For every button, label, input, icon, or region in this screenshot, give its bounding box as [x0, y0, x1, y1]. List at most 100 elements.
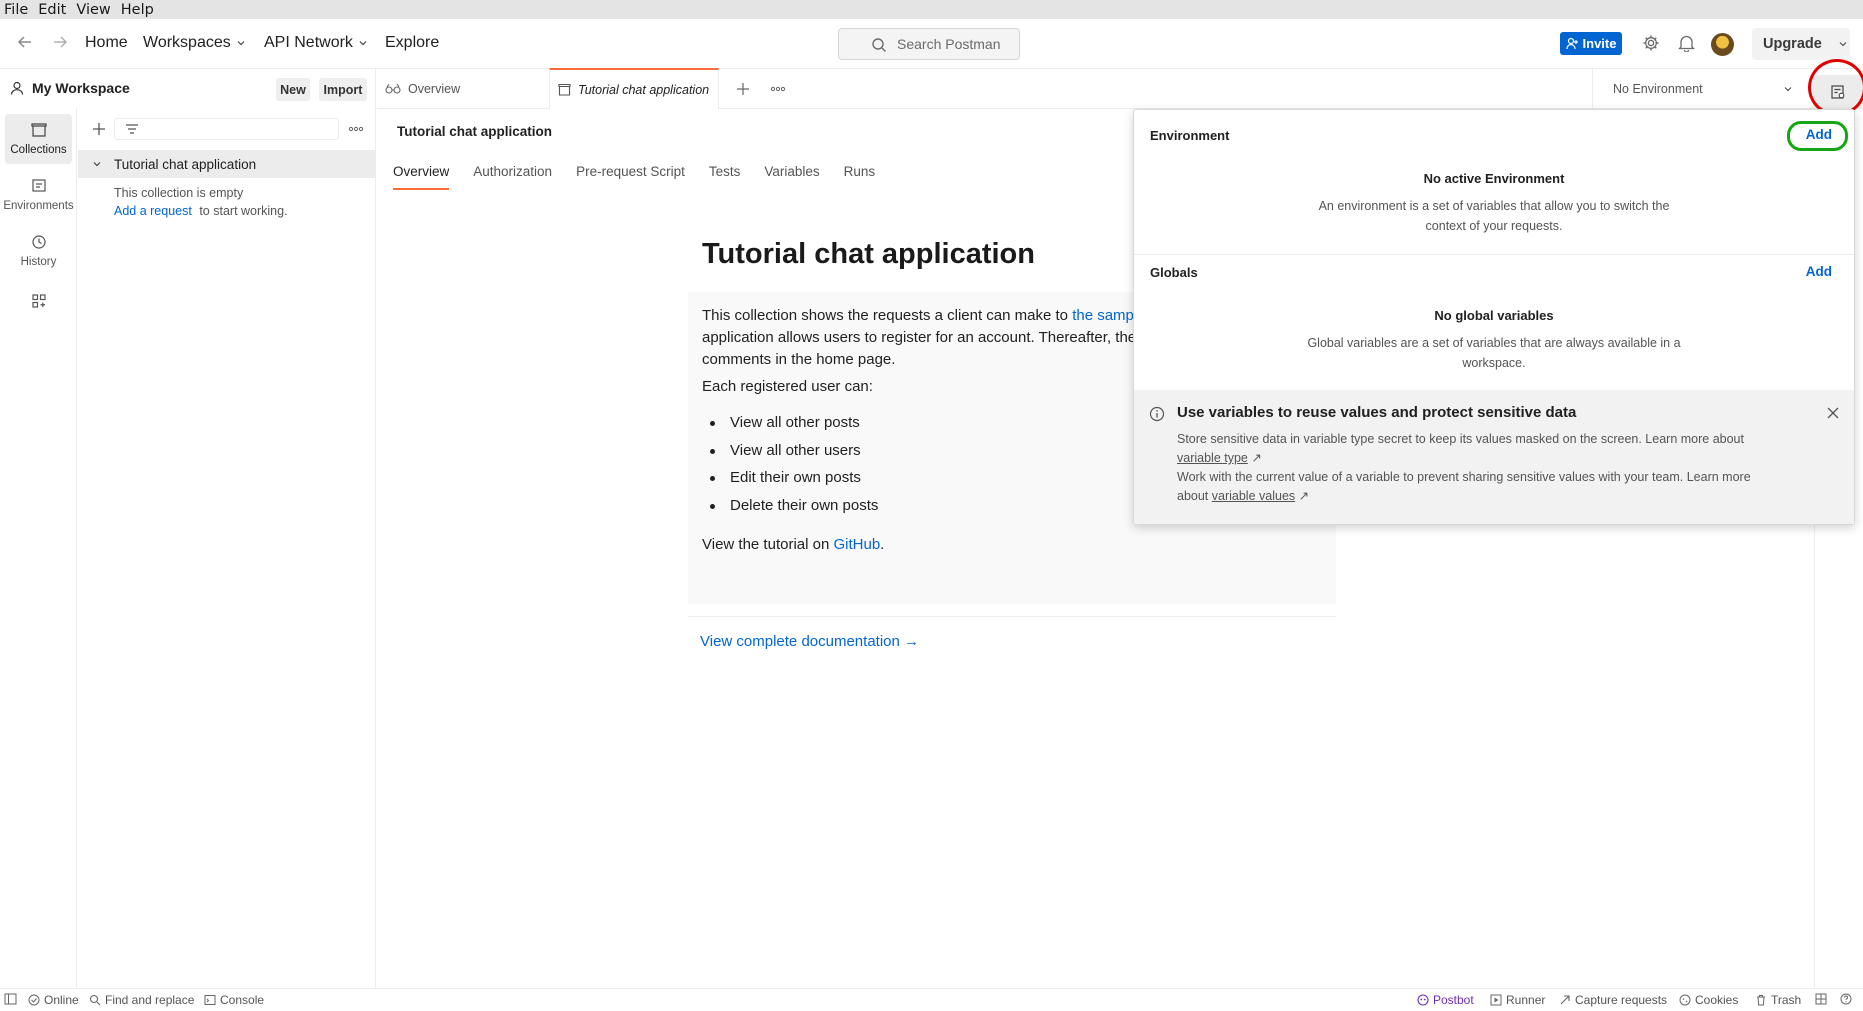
capture-requests[interactable]: Capture requests [1559, 993, 1667, 1007]
nav-collections[interactable]: Collections [5, 114, 72, 164]
environment-selector[interactable]: No Environment [1592, 69, 1809, 109]
nav-api-network-label: API Network [264, 34, 353, 51]
doc-p1-line3: comments in the home page. [702, 351, 896, 368]
new-button[interactable]: New [276, 78, 310, 101]
nav-workspaces-label: Workspaces [143, 34, 231, 51]
capture-icon [1560, 995, 1570, 1005]
toggle-sidebar-icon[interactable] [4, 993, 17, 1005]
online-label: Online [44, 993, 79, 1007]
tab-active-collection[interactable]: Tutorial chat application [549, 68, 719, 109]
highlight-circle-red [1808, 59, 1863, 116]
subtab-overview[interactable]: Overview [393, 164, 450, 190]
nav-home[interactable]: Home [85, 34, 128, 52]
no-globals-empty-state: No global variables Global variables are… [1134, 308, 1854, 373]
postbot-label: Postbot [1433, 993, 1474, 1007]
nav-explore[interactable]: Explore [385, 34, 439, 52]
collection-search-input[interactable] [114, 118, 339, 140]
find-and-replace-label: Find and replace [105, 993, 195, 1007]
collection-subtabs: Overview Authorization Pre-request Scrip… [393, 164, 899, 190]
notification-bell-icon[interactable] [1678, 34, 1695, 52]
help-icon[interactable] [1840, 993, 1852, 1005]
cookies[interactable]: Cookies [1679, 993, 1738, 1007]
nav-collections-label: Collections [10, 144, 67, 156]
runner[interactable]: Runner [1490, 993, 1545, 1007]
empty-text: This collection is empty [114, 186, 244, 200]
info-icon [1149, 406, 1165, 422]
no-globals-desc-1: Global variables are a set of variables … [1307, 336, 1681, 350]
find-and-replace[interactable]: Find and replace [89, 993, 194, 1007]
collections-sidebar: Tutorial chat application This collectio… [78, 108, 376, 988]
nav-workspaces[interactable]: Workspaces [143, 34, 246, 52]
menu-edit[interactable]: Edit [34, 2, 72, 18]
banner-title: Use variables to reuse values and protec… [1177, 404, 1577, 421]
menu-view[interactable]: View [72, 2, 116, 18]
banner-line-3: about [1177, 489, 1209, 503]
doc-p1-start: This collection shows the requests a cli… [702, 307, 1073, 324]
new-tab-plus-icon[interactable] [735, 81, 751, 97]
doc-divider [688, 616, 1336, 617]
workspace-title-label: My Workspace [32, 80, 130, 96]
highlight-ring-green [1787, 121, 1848, 151]
tab-more-icon[interactable] [770, 83, 786, 95]
chevron-down-icon [1839, 42, 1847, 47]
settings-gear-icon[interactable] [1642, 34, 1660, 52]
add-request-link[interactable]: Add a request [114, 204, 192, 218]
invite-button[interactable]: Invite [1560, 32, 1622, 55]
online-status[interactable]: Online [28, 993, 79, 1007]
nav-history[interactable]: History [5, 226, 72, 276]
no-globals-desc-2: workspace. [1462, 356, 1526, 370]
trash[interactable]: Trash [1755, 993, 1801, 1007]
subtab-authorization[interactable]: Authorization [473, 164, 552, 190]
nav-configure-workbench[interactable] [5, 276, 72, 326]
capture-requests-label: Capture requests [1575, 993, 1668, 1007]
page-title: Tutorial chat application [397, 124, 553, 139]
icon-sidebar: Collections Environments History [0, 108, 77, 988]
environment-section-title: Environment [1150, 128, 1230, 143]
doc-heading: Tutorial chat application [702, 238, 1035, 270]
popover-divider [1134, 254, 1854, 255]
subtab-runs[interactable]: Runs [844, 164, 876, 190]
two-pane-view-icon[interactable] [1815, 993, 1827, 1005]
cookies-label: Cookies [1695, 993, 1739, 1007]
collections-icon [30, 123, 47, 137]
search-input[interactable]: Search Postman [838, 28, 1020, 60]
variable-values-link[interactable]: variable values [1212, 489, 1295, 503]
close-icon[interactable] [1826, 406, 1840, 420]
globals-add-button[interactable]: Add [1806, 264, 1832, 279]
subtab-tests[interactable]: Tests [709, 164, 741, 190]
search-icon [872, 38, 886, 52]
environment-popover: Environment Add No active Environment An… [1133, 109, 1855, 525]
workspace-title[interactable]: My Workspace [10, 80, 130, 96]
view-complete-documentation-link[interactable]: View complete documentation → [700, 633, 919, 650]
banner-line-2: Work with the current value of a variabl… [1177, 470, 1751, 484]
banner-description: Store sensitive data in variable type se… [1177, 430, 1797, 506]
plus-icon[interactable] [91, 121, 107, 137]
forward-arrow-icon[interactable] [52, 34, 68, 50]
sidebar-toolbar [78, 108, 376, 150]
doc-sample-link[interactable]: the samp [1072, 307, 1134, 324]
chevron-down-icon [93, 162, 101, 167]
upgrade-label: Upgrade [1763, 36, 1822, 52]
search-placeholder: Search Postman [897, 36, 1001, 52]
subtab-pre-request-script[interactable]: Pre-request Script [576, 164, 685, 190]
search-icon [89, 994, 101, 1006]
nav-environments[interactable]: Environments [3, 170, 74, 220]
menu-help[interactable]: Help [117, 2, 160, 18]
trash-icon [1757, 995, 1765, 1006]
user-avatar[interactable] [1711, 33, 1734, 56]
upgrade-button[interactable]: Upgrade [1752, 28, 1850, 60]
import-button[interactable]: Import [319, 78, 367, 101]
postbot[interactable]: Postbot [1417, 993, 1474, 1007]
tab-overview[interactable]: Overview [385, 69, 545, 109]
console[interactable]: Console [204, 993, 264, 1007]
subtab-variables[interactable]: Variables [764, 164, 819, 190]
collection-item[interactable]: Tutorial chat application [78, 150, 376, 178]
menu-file[interactable]: File [0, 2, 34, 18]
more-options-icon[interactable] [348, 122, 364, 136]
variable-type-link[interactable]: variable type [1177, 451, 1248, 465]
runner-icon [1490, 994, 1502, 1006]
nav-api-network[interactable]: API Network [264, 34, 368, 52]
back-arrow-icon[interactable] [17, 34, 33, 50]
github-link[interactable]: GitHub [833, 536, 880, 553]
console-label: Console [220, 993, 265, 1007]
